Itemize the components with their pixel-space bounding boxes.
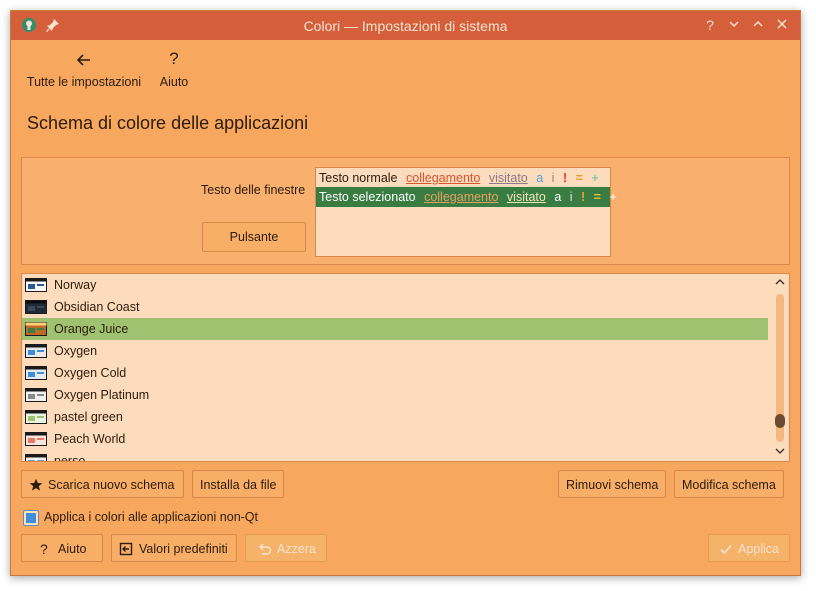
negative-text: ! — [562, 171, 568, 185]
install-from-file-label: Installa da file — [200, 478, 277, 492]
color-scheme-list[interactable]: perso Peach World pastel green Oxygen Plati… — [21, 273, 790, 462]
close-icon — [777, 19, 787, 29]
install-from-file-button[interactable]: Installa da file — [192, 470, 284, 498]
star-icon — [29, 478, 43, 491]
edit-scheme-label: Modifica schema — [682, 478, 776, 492]
scheme-preview-icon — [25, 366, 47, 380]
normal-text-row: Testo normale collegamento visitato a i … — [316, 168, 610, 188]
scheme-list-item[interactable]: Oxygen Cold — [22, 362, 768, 384]
scheme-preview-icon — [25, 322, 47, 336]
scheme-name: Oxygen Platinum — [54, 388, 150, 402]
window-title: Colori — Impostazioni di sistema — [303, 18, 508, 34]
apply-button[interactable]: Applica — [708, 534, 790, 562]
selected-inactive-text: i — [569, 190, 573, 204]
footer-help-label: Aiuto — [58, 542, 87, 556]
scheme-preview-icon — [25, 388, 47, 402]
scheme-preview-icon — [25, 432, 47, 446]
scheme-list-item[interactable]: Oxygen — [22, 340, 768, 362]
list-scrollbar[interactable] — [773, 276, 787, 459]
scheme-name: Oxygen Cold — [54, 366, 127, 380]
maximize-button[interactable] — [749, 16, 767, 34]
chevron-down-icon — [729, 21, 739, 28]
settings-window: Colori — Impostazioni di sistema ? Tutte… — [10, 10, 801, 576]
footer-help-button[interactable]: ? Aiuto — [21, 534, 103, 562]
remove-scheme-label: Rimuovi schema — [566, 478, 659, 492]
question-icon: ? — [169, 49, 179, 68]
help-nav-label: Aiuto — [159, 75, 189, 89]
scheme-preview-icon — [25, 454, 47, 461]
scheme-name: Obsidian Coast — [54, 300, 140, 314]
scheme-preview-icon — [25, 300, 47, 314]
download-scheme-label: Scarica nuovo schema — [48, 478, 175, 492]
all-settings-button[interactable]: Tutte le impostazioni — [25, 48, 143, 89]
help-icon: ? — [40, 541, 48, 557]
scheme-name: pastel green — [54, 410, 123, 424]
minimize-button[interactable] — [725, 16, 743, 34]
scheme-list-item[interactable]: Norway — [22, 274, 768, 296]
remove-scheme-button[interactable]: Rimuovi schema — [558, 470, 666, 498]
selected-visited-text[interactable]: visitato — [507, 190, 546, 204]
edit-scheme-button[interactable]: Modifica schema — [674, 470, 784, 498]
defaults-label: Valori predefiniti — [139, 542, 228, 556]
scheme-name: Orange Juice — [54, 322, 129, 336]
navigation-toolbar: Tutte le impostazioni ? Aiuto — [11, 40, 800, 100]
scheme-list-item[interactable]: Obsidian Coast — [22, 296, 768, 318]
scheme-name: Oxygen — [54, 344, 98, 358]
close-button[interactable] — [773, 16, 791, 34]
normal-text: Testo normale — [319, 171, 398, 185]
scheme-name: Norway — [54, 278, 97, 292]
selected-link-text[interactable]: collegamento — [424, 190, 498, 204]
selected-text: Testo selezionato — [319, 190, 416, 204]
defaults-button[interactable]: Valori predefiniti — [111, 534, 237, 562]
page-title: Schema di colore delle applicazioni — [27, 113, 309, 133]
preview-button[interactable]: Pulsante — [202, 222, 306, 252]
preview-text-sample: Testo normale collegamento visitato a i … — [315, 167, 617, 257]
chevron-up-icon — [753, 20, 763, 27]
reset-defaults-icon — [119, 542, 133, 556]
visited-link-text[interactable]: visitato — [489, 171, 528, 185]
scheme-list-item[interactable]: Oxygen Platinum — [22, 384, 768, 406]
neutral-text: = — [575, 171, 583, 185]
checkbox-checked-mark — [26, 513, 36, 523]
help-nav-button[interactable]: ? Aiuto — [156, 48, 192, 89]
all-settings-label: Tutte le impostazioni — [26, 75, 142, 89]
undo-icon — [259, 543, 272, 555]
checkmark-icon — [720, 544, 732, 555]
selected-positive-text: + — [609, 190, 617, 204]
scheme-preview-icon — [25, 344, 47, 358]
apply-label: Applica — [738, 542, 779, 556]
link-text[interactable]: collegamento — [406, 171, 480, 185]
scheme-name: perso — [54, 454, 86, 462]
selected-text-row: Testo selezionato collegamento visitato … — [316, 187, 617, 207]
inactive-text: i — [551, 171, 555, 185]
color-preview-panel: Testo delle finestre Pulsante Testo norm… — [21, 157, 790, 265]
scheme-preview-icon — [25, 410, 47, 424]
scheme-list-item[interactable]: perso — [22, 450, 768, 462]
positive-text: + — [591, 171, 599, 185]
scheme-list-item[interactable]: pastel green — [22, 406, 768, 428]
window-text-label: Testo delle finestre — [201, 183, 306, 197]
selected-active-text: a — [554, 190, 562, 204]
selected-negative-text: ! — [581, 190, 586, 204]
scroll-up-icon[interactable] — [773, 277, 787, 291]
scroll-down-icon[interactable] — [773, 446, 787, 460]
scheme-name: Peach World — [54, 432, 126, 446]
reset-button[interactable]: Azzera — [245, 534, 327, 562]
download-scheme-button[interactable]: Scarica nuovo schema — [21, 470, 184, 498]
apply-non-qt-checkbox[interactable] — [23, 510, 39, 526]
scheme-list-item[interactable]: Peach World — [22, 428, 768, 450]
arrow-left-icon — [25, 48, 143, 70]
scheme-list-item[interactable]: Orange Juice — [22, 318, 768, 340]
selected-neutral-text: = — [593, 190, 601, 204]
scheme-preview-icon — [25, 278, 47, 292]
scrollbar-handle[interactable] — [775, 414, 785, 428]
active-text: a — [536, 171, 544, 185]
reset-label: Azzera — [277, 542, 316, 556]
apply-non-qt-label: Applica i colori alle applicazioni non-Q… — [44, 510, 259, 524]
title-bar[interactable]: Colori — Impostazioni di sistema ? — [11, 11, 800, 40]
context-help-button[interactable]: ? — [701, 16, 719, 34]
